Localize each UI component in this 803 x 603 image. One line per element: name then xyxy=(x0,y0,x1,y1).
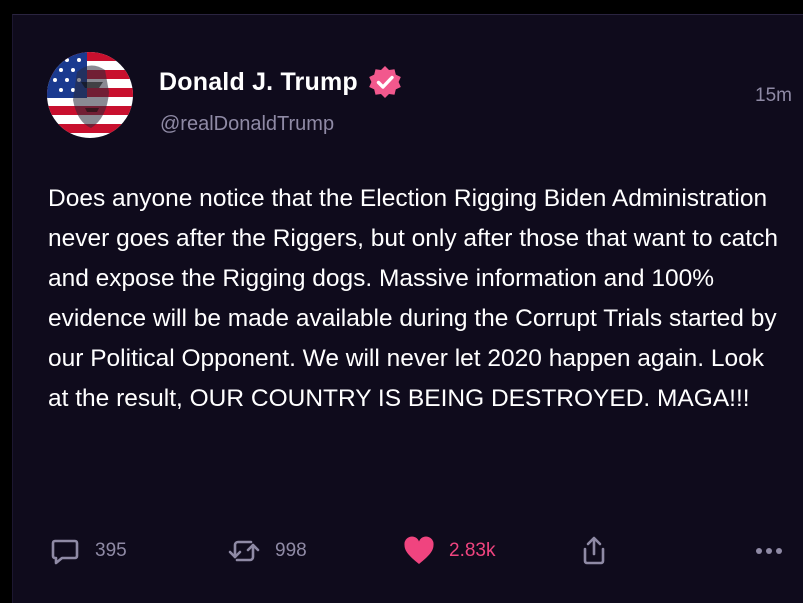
more-options-button[interactable] xyxy=(754,531,784,571)
post-text: Does anyone notice that the Election Rig… xyxy=(48,185,778,412)
avatar-image xyxy=(47,52,133,138)
avatar[interactable] xyxy=(47,52,133,138)
repost-count: 998 xyxy=(275,540,307,561)
post-timestamp[interactable]: 15m xyxy=(755,85,792,107)
heart-icon xyxy=(403,536,435,566)
verified-badge-icon xyxy=(368,65,402,99)
post-actions-bar: 395 998 2.83k xyxy=(13,531,803,571)
post-card: Donald J. Trump @realDonaldTrump 15m Doe… xyxy=(12,14,803,603)
author-handle[interactable]: @realDonaldTrump xyxy=(160,113,334,136)
share-upload-icon xyxy=(580,535,608,567)
author-display-name[interactable]: Donald J. Trump xyxy=(159,68,358,97)
repost-button[interactable]: 998 xyxy=(227,531,307,571)
like-count: 2.83k xyxy=(449,540,496,561)
more-dots-icon xyxy=(754,546,784,556)
like-button[interactable]: 2.83k xyxy=(403,531,495,571)
repost-arrows-icon xyxy=(227,535,261,567)
speech-bubble-icon xyxy=(49,535,81,567)
reply-count: 395 xyxy=(95,540,127,561)
share-button[interactable] xyxy=(580,531,608,571)
reply-button[interactable]: 395 xyxy=(49,531,127,571)
